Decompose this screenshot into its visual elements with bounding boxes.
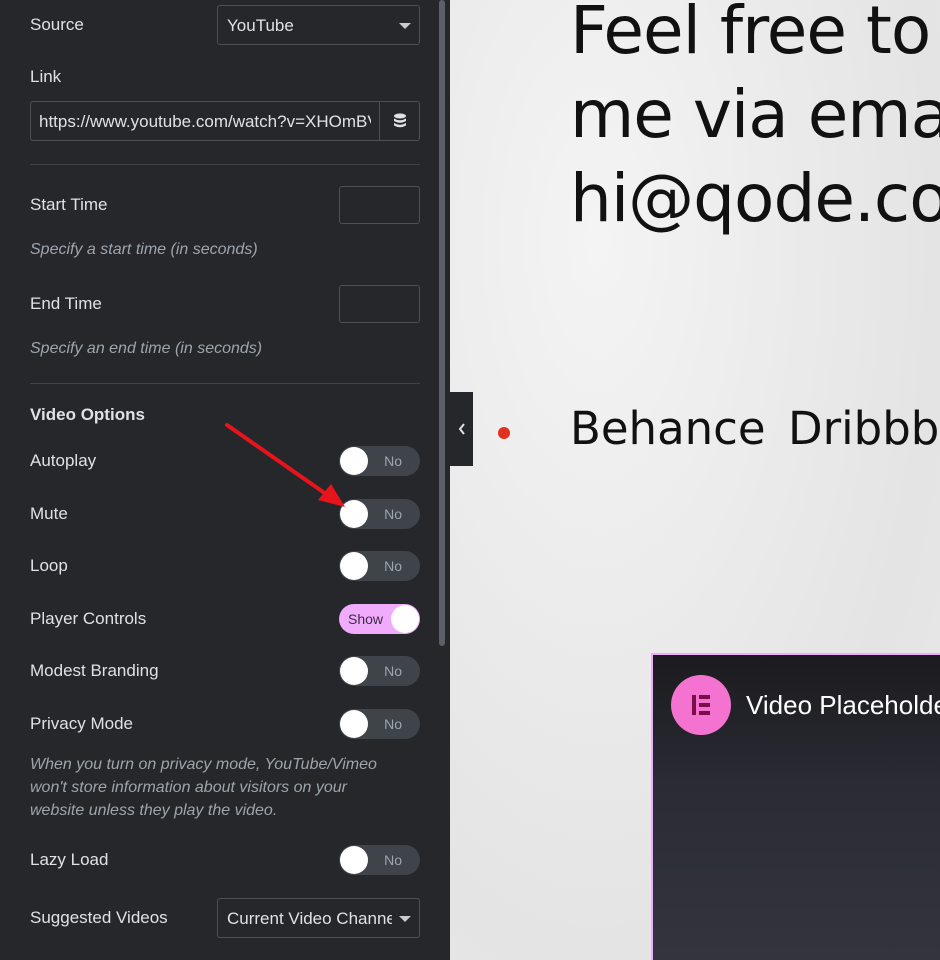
contact-email[interactable]: hi@qode.co	[570, 160, 940, 237]
divider	[30, 383, 420, 384]
link-input-value: https://www.youtube.com/watch?v=XHOmBV4j…	[39, 112, 371, 131]
start-time-label: Start Time	[30, 195, 108, 214]
video-title: Video Placeholder	[746, 690, 940, 720]
autoplay-toggle[interactable]: No	[339, 446, 420, 476]
dynamic-tags-button[interactable]	[379, 101, 420, 141]
toggle-state-text: Show	[348, 611, 384, 627]
lazy-load-toggle[interactable]: No	[339, 845, 420, 875]
elementor-logo-icon	[671, 675, 731, 735]
privacy-mode-label: Privacy Mode	[30, 714, 133, 733]
panel-scrollbar[interactable]	[439, 0, 445, 646]
video-widget[interactable]: Video Placeholder	[651, 653, 940, 960]
divider	[30, 164, 420, 165]
suggested-videos-value: Current Video Channel	[227, 909, 392, 928]
toggle-state-text: No	[384, 453, 402, 469]
end-time-input[interactable]	[339, 285, 420, 323]
video-options-heading: Video Options	[30, 405, 145, 424]
page-preview: Feel free to me via ema hi@qode.co Behan…	[450, 0, 940, 960]
loop-toggle[interactable]: No	[339, 551, 420, 581]
link-label: Link	[30, 67, 62, 86]
toggle-knob	[340, 710, 368, 738]
link-input[interactable]: https://www.youtube.com/watch?v=XHOmBV4j…	[30, 101, 380, 141]
toggle-knob	[340, 447, 368, 475]
dribbble-link[interactable]: Dribbble	[788, 402, 940, 455]
mute-label: Mute	[30, 504, 68, 523]
modest-branding-toggle[interactable]: No	[339, 656, 420, 686]
source-label: Source	[30, 15, 84, 34]
chevron-down-icon	[399, 23, 411, 29]
toggle-state-text: No	[384, 852, 402, 868]
lazy-load-label: Lazy Load	[30, 850, 109, 869]
start-time-hint: Specify a start time (in seconds)	[30, 241, 258, 258]
mute-toggle[interactable]: No	[339, 499, 420, 529]
toggle-knob	[340, 657, 368, 685]
chevron-down-icon	[399, 916, 411, 922]
autoplay-label: Autoplay	[30, 451, 97, 470]
modest-branding-label: Modest Branding	[30, 661, 159, 680]
privacy-mode-hint: When you turn on privacy mode, YouTube/V…	[30, 756, 377, 819]
red-dot-icon	[498, 427, 510, 439]
toggle-knob	[391, 605, 419, 633]
player-controls-label: Player Controls	[30, 609, 147, 628]
collapse-panel-button[interactable]	[450, 392, 473, 466]
toggle-state-text: No	[384, 506, 402, 522]
loop-label: Loop	[30, 556, 68, 575]
end-time-label: End Time	[30, 294, 102, 313]
source-select-value: YouTube	[227, 16, 294, 35]
suggested-videos-label: Suggested Videos	[30, 908, 168, 927]
toggle-knob	[340, 552, 368, 580]
player-controls-toggle[interactable]: Show	[339, 604, 420, 634]
start-time-input[interactable]	[339, 186, 420, 224]
toggle-state-text: No	[384, 558, 402, 574]
contact-text-line-1: Feel free to	[570, 0, 931, 69]
contact-text-line-2: me via ema	[570, 76, 940, 153]
toggle-state-text: No	[384, 716, 402, 732]
source-select[interactable]: YouTube	[217, 5, 420, 45]
toggle-knob	[340, 846, 368, 874]
chevron-left-icon	[458, 423, 465, 435]
toggle-knob	[340, 500, 368, 528]
end-time-hint: Specify an end time (in seconds)	[30, 340, 263, 357]
suggested-videos-select[interactable]: Current Video Channel	[217, 898, 420, 938]
editor-panel: Source YouTube Link https://www.youtube.…	[0, 0, 450, 960]
privacy-mode-toggle[interactable]: No	[339, 709, 420, 739]
toggle-state-text: No	[384, 663, 402, 679]
database-icon	[393, 113, 406, 128]
behance-link[interactable]: Behance	[570, 402, 766, 455]
